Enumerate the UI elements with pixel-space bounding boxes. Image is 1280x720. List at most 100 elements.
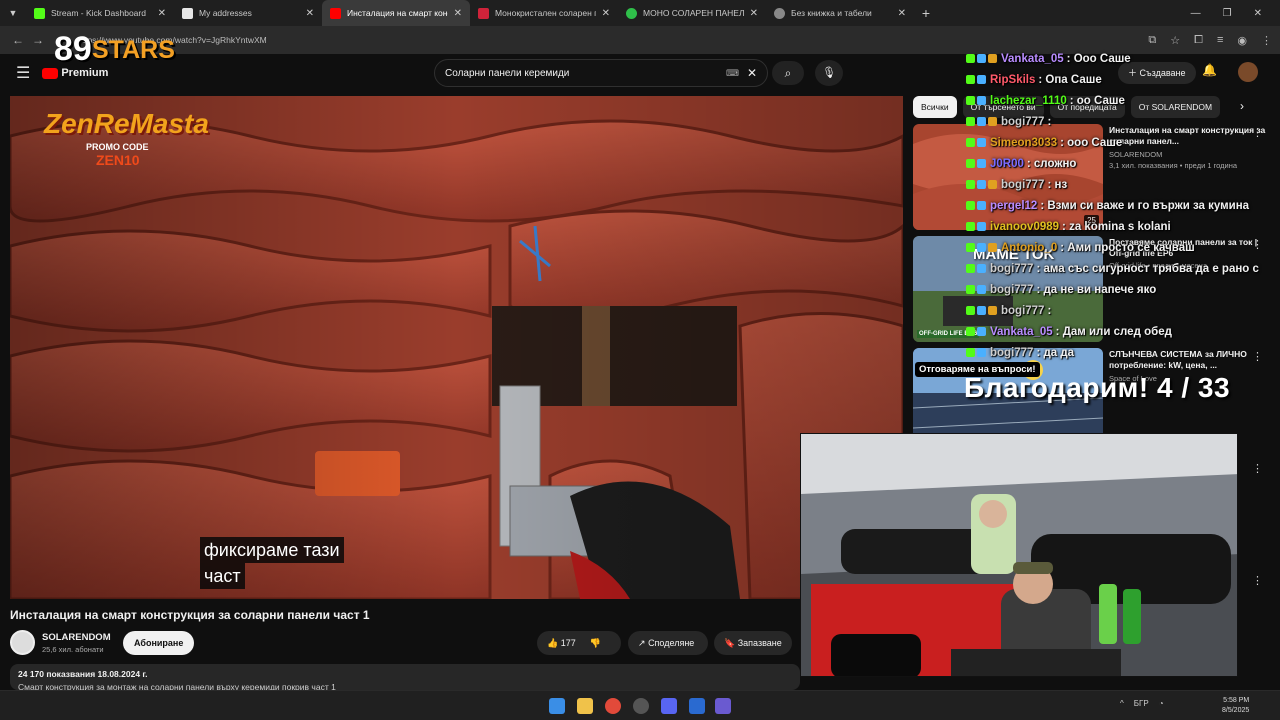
close-icon[interactable]: ✕ — [306, 8, 314, 19]
language-indicator[interactable]: БГР — [1134, 699, 1149, 708]
keyboard-icon[interactable]: ⌨ — [726, 68, 739, 79]
hamburger-menu-icon[interactable]: ☰ — [16, 63, 30, 83]
forward-icon[interactable]: → — [28, 33, 48, 47]
chat-username: RipSkils — [990, 73, 1036, 86]
start-icon[interactable] — [549, 698, 565, 714]
chat-username: bogi777 — [1001, 304, 1045, 317]
share-label: Споделяне — [648, 638, 695, 648]
tab-search-icon[interactable]: ▼ — [0, 8, 26, 18]
chat-text: : ооо Саше — [1060, 136, 1123, 149]
chat-text: : да да — [1036, 346, 1075, 359]
channel-avatar[interactable] — [10, 630, 35, 655]
chat-message: Vankata_05: Дам или след обед — [966, 321, 1266, 342]
badge-icon — [977, 327, 986, 336]
bookmark-star-icon[interactable]: ☆ — [1170, 34, 1180, 47]
new-tab-button[interactable]: + — [914, 5, 938, 21]
tab-addresses[interactable]: My addresses ✕ — [174, 0, 322, 26]
dislike-button[interactable]: 👎 — [590, 631, 601, 655]
tab-bez-knizhka[interactable]: Без книжка и табели ✕ — [766, 0, 914, 26]
app-icon[interactable] — [689, 698, 705, 714]
more-options-icon[interactable]: ⋮ — [1252, 462, 1263, 475]
chevron-up-icon[interactable]: ^ — [1120, 699, 1124, 708]
share-button[interactable]: ↗ Споделяне — [628, 631, 708, 655]
chat-text: : Дам или след обед — [1055, 325, 1172, 338]
chat-username: J0R00 — [990, 157, 1024, 170]
chat-badges — [966, 348, 986, 357]
file-explorer-icon[interactable] — [577, 698, 593, 714]
tab-title: Без книжка и табели — [791, 8, 872, 18]
site-icon — [182, 7, 193, 19]
close-window-icon[interactable]: ✕ — [1254, 8, 1262, 19]
like-button[interactable]: 👍 177 — [547, 631, 576, 655]
badge-icon — [977, 243, 986, 252]
close-icon[interactable]: ✕ — [158, 8, 166, 19]
save-button[interactable]: 🔖 Запазване — [714, 631, 792, 655]
subscribe-button[interactable]: Абониране — [123, 631, 195, 655]
garage-webcam-scene — [801, 434, 1237, 676]
clear-search-icon[interactable]: ✕ — [747, 66, 757, 80]
reading-list-icon[interactable]: ≡ — [1217, 34, 1223, 47]
search-query[interactable]: Соларни панели керемиди — [445, 68, 726, 79]
tab-kick[interactable]: Stream - Kick Dashboard ✕ — [26, 0, 174, 26]
chat-message: bogi777: ама със сигурност трябва да е р… — [966, 258, 1266, 279]
discord-icon[interactable] — [661, 698, 677, 714]
search-button[interactable]: ⌕ — [772, 61, 804, 85]
chat-badges — [966, 243, 997, 252]
chat-text: : да не ви напече яко — [1036, 283, 1157, 296]
window-controls: — ❐ ✕ — [1191, 8, 1280, 19]
globe-icon — [774, 7, 785, 19]
promo-brand: ZenReMasta — [44, 108, 209, 139]
app-icon[interactable] — [715, 698, 731, 714]
url-field[interactable]: https://www.youtube.com/watch?v=JgRhkYnt… — [78, 35, 1078, 45]
maximize-icon[interactable]: ❐ — [1223, 8, 1232, 19]
close-icon[interactable]: ✕ — [602, 8, 610, 19]
close-icon[interactable]: ✕ — [454, 8, 462, 19]
chat-text: : ама със сигурност трябва да е рано с — [1036, 262, 1259, 275]
menu-icon[interactable]: ⋮ — [1261, 34, 1272, 47]
chat-username: Vankata_05 — [1001, 52, 1064, 65]
chat-message: RipSkils: Опа Саше — [966, 69, 1266, 90]
description-box[interactable]: 24 170 показвания 18.08.2024 г. Смарт ко… — [10, 664, 800, 690]
chat-message: pergel12: Взми си важе и го вържи за кум… — [966, 195, 1266, 216]
chat-message: bogi777: да не ви напече яко — [966, 279, 1266, 300]
close-icon[interactable]: ✕ — [898, 8, 906, 19]
channel-info[interactable]: SOLARENDOM 25,6 хил. абонати — [10, 630, 111, 655]
chat-username: ivanoov0989 — [990, 220, 1060, 233]
chat-text: : сложно — [1026, 157, 1077, 170]
chat-badges — [966, 159, 986, 168]
tab-youtube[interactable]: Инсталация на смарт конс ✕ — [322, 0, 470, 26]
badge-icon — [966, 96, 975, 105]
badge-icon — [966, 180, 975, 189]
chat-message: bogi777: нз — [966, 174, 1266, 195]
chip-all[interactable]: Всички — [913, 96, 957, 118]
wifi-icon[interactable]: ◔ — [1159, 699, 1164, 708]
browser-tab-bar: ▼ Stream - Kick Dashboard ✕ My addresses ✕… — [0, 0, 1280, 26]
open-in-app-icon[interactable]: ⧉ — [1148, 34, 1156, 47]
minimize-icon[interactable]: — — [1191, 8, 1201, 19]
chat-username: Vankata_05 — [990, 325, 1053, 338]
badge-icon — [977, 285, 986, 294]
like-dislike-group: 👍 177 👎 — [537, 631, 621, 655]
obs-icon[interactable] — [633, 698, 649, 714]
extensions-icon[interactable]: ⧠ — [1194, 34, 1203, 47]
chat-message: bogi777: — [966, 111, 1266, 132]
badge-icon — [966, 285, 975, 294]
site-icon — [478, 7, 489, 19]
voice-search-button[interactable]: 🎙 — [815, 60, 843, 86]
tab-mono-panel[interactable]: Монокристален соларен пане ✕ — [470, 0, 618, 26]
channel-name[interactable]: SOLARENDOM — [42, 632, 111, 643]
clock[interactable]: 5:58 PM 8/5/2025 — [1222, 696, 1249, 716]
more-options-icon[interactable]: ⋮ — [1252, 574, 1263, 587]
tab-mono-580w[interactable]: МОНО СОЛАРЕН ПАНЕЛ 580W ✕ — [618, 0, 766, 26]
badge-icon — [977, 222, 986, 231]
promo-code-label: PROMO CODE — [86, 142, 149, 152]
chrome-icon[interactable] — [605, 698, 621, 714]
close-icon[interactable]: ✕ — [750, 8, 758, 19]
chat-username: lachezar_1110 — [990, 94, 1067, 107]
search-input[interactable]: Соларни панели керемиди ⌨ ✕ — [434, 59, 768, 87]
back-icon[interactable]: ← — [8, 33, 28, 47]
tab-title: МОНО СОЛАРЕН ПАНЕЛ 580W — [643, 8, 744, 18]
badge-icon — [977, 54, 986, 63]
system-tray: ^ БГР ◔ — [1120, 699, 1164, 708]
profile-icon[interactable]: ◉ — [1237, 34, 1247, 47]
